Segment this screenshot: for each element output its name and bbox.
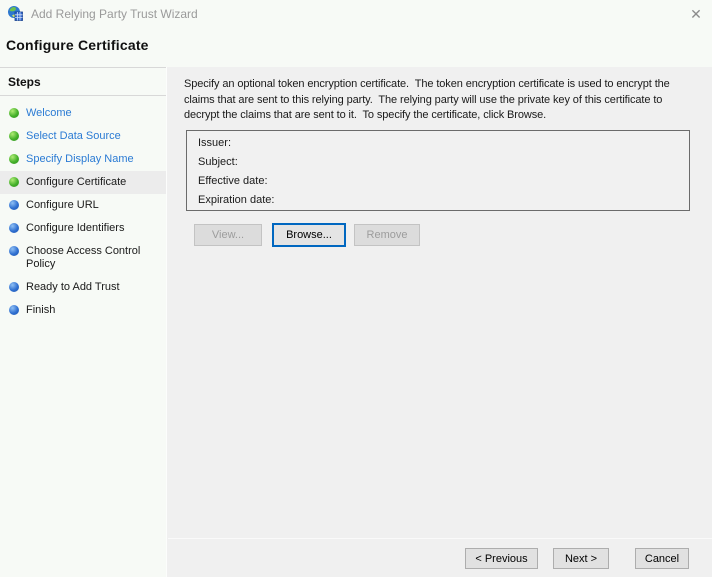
step-bullet-icon	[9, 131, 19, 141]
sidebar-item-choose-access-control-policy: Choose Access Control Policy	[0, 240, 166, 276]
close-icon[interactable]: ✕	[686, 4, 706, 24]
title-band: Add Relying Party Trust Wizard ✕ Configu…	[0, 0, 712, 67]
certificate-field-effective-date: Effective date:	[198, 175, 268, 187]
next-button[interactable]: Next >	[553, 548, 609, 569]
sidebar-item-welcome[interactable]: Welcome	[0, 102, 166, 125]
step-label: Select Data Source	[26, 130, 121, 142]
sidebar-item-finish: Finish	[0, 299, 166, 322]
main-panel: Specify an optional token encryption cer…	[166, 67, 712, 577]
browse-button[interactable]: Browse...	[272, 223, 346, 247]
previous-button[interactable]: < Previous	[465, 548, 538, 569]
add-relying-party-trust-wizard-dialog: Add Relying Party Trust Wizard ✕ Configu…	[0, 0, 712, 577]
steps-sidebar: Steps Welcome Select Data Source Specify D…	[0, 67, 166, 577]
step-label: Ready to Add Trust	[26, 281, 120, 293]
certificate-info-box: Issuer: Subject: Effective date: Expiration…	[186, 130, 690, 211]
step-bullet-icon	[9, 223, 19, 233]
step-label: Configure Identifiers	[26, 222, 125, 234]
step-bullet-icon	[9, 200, 19, 210]
window-title: Add Relying Party Trust Wizard	[31, 7, 198, 21]
step-label: Finish	[26, 304, 56, 316]
certificate-field-issuer: Issuer:	[198, 137, 232, 149]
step-label: Specify Display Name	[26, 153, 134, 165]
step-bullet-icon	[9, 305, 19, 315]
page-title: Configure Certificate	[6, 37, 149, 53]
view-button[interactable]: View...	[194, 224, 262, 246]
steps-list: Welcome Select Data Source Specify Display…	[0, 96, 166, 322]
footer-divider	[168, 538, 712, 539]
step-label: Configure Certificate	[26, 176, 127, 188]
step-label: Configure URL	[26, 199, 99, 211]
adfs-wizard-icon	[7, 5, 23, 21]
step-bullet-icon	[9, 246, 19, 256]
step-bullet-icon	[9, 177, 19, 187]
sidebar-item-ready-to-add-trust: Ready to Add Trust	[0, 276, 166, 299]
remove-button[interactable]: Remove	[354, 224, 420, 246]
sidebar-item-specify-display-name[interactable]: Specify Display Name	[0, 148, 166, 171]
sidebar-item-select-data-source[interactable]: Select Data Source	[0, 125, 166, 148]
sidebar-item-configure-identifiers: Configure Identifiers	[0, 217, 166, 240]
steps-header: Steps	[0, 68, 166, 96]
step-bullet-icon	[9, 282, 19, 292]
sidebar-item-configure-certificate: Configure Certificate	[0, 171, 166, 194]
step-label: Choose Access Control Policy	[26, 245, 141, 270]
step-description: Specify an optional token encryption cer…	[184, 78, 673, 121]
cancel-button[interactable]: Cancel	[635, 548, 689, 569]
certificate-field-subject: Subject:	[198, 156, 238, 168]
step-label: Welcome	[26, 107, 72, 119]
step-bullet-icon	[9, 108, 19, 118]
sidebar-item-configure-url: Configure URL	[0, 194, 166, 217]
step-bullet-icon	[9, 154, 19, 164]
certificate-field-expiration-date: Expiration date:	[198, 194, 275, 206]
